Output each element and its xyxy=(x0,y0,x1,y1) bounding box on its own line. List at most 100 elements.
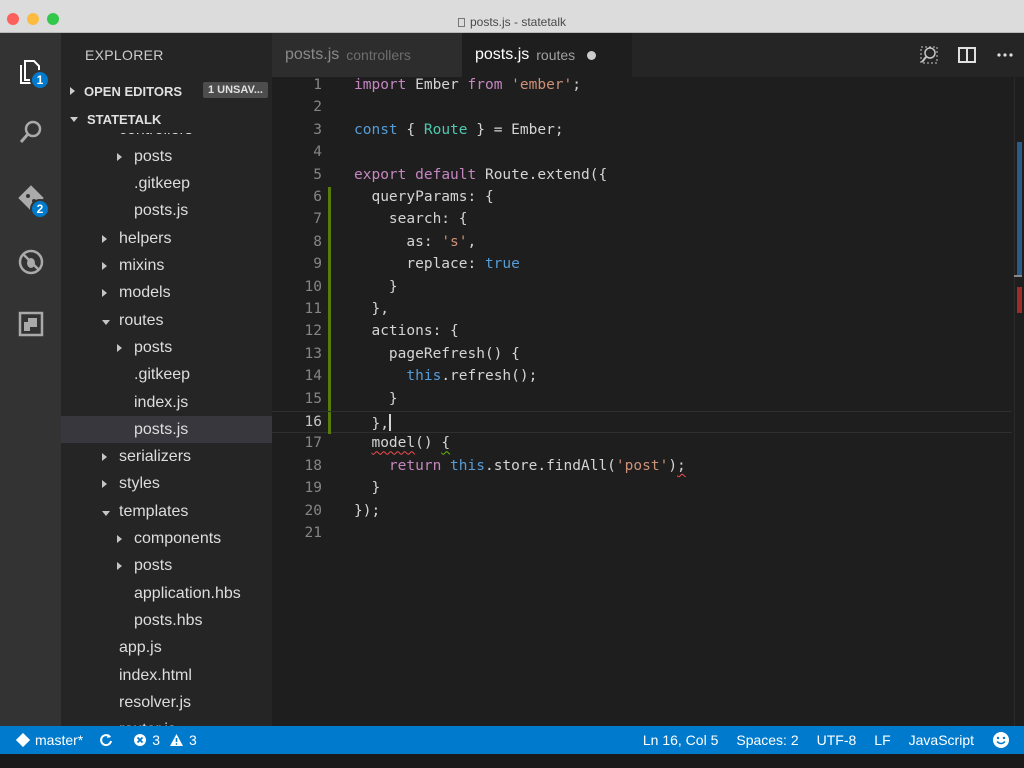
project-section[interactable]: STATETALK xyxy=(61,105,272,133)
tree-item[interactable]: templates xyxy=(61,498,272,525)
tree-item[interactable]: posts.hbs xyxy=(61,607,272,634)
feedback-button[interactable] xyxy=(992,731,1010,749)
code-editor[interactable]: 1 import Ember from 'ember'; 2 3 const { Rou… xyxy=(272,77,1024,726)
tree-item[interactable]: posts xyxy=(61,553,272,580)
code-line[interactable]: 1 import Ember from 'ember'; xyxy=(272,77,1012,97)
window-bottom-edge xyxy=(0,754,1024,768)
tab-bar: posts.js controllers posts.js routes xyxy=(272,33,1024,77)
activity-git[interactable]: 2 xyxy=(0,173,61,223)
tree-item-label: templates xyxy=(119,502,189,520)
tree-item[interactable]: index.js xyxy=(61,389,272,416)
tree-item[interactable]: index.html xyxy=(61,662,272,689)
code-line[interactable]: 11 }, xyxy=(272,299,1012,322)
activity-extensions[interactable] xyxy=(0,299,61,349)
tree-item[interactable]: controllers xyxy=(61,133,272,143)
code-line[interactable]: 3 const { Route } = Ember; xyxy=(272,120,1012,142)
line-number: 6 xyxy=(313,189,322,205)
tree-item[interactable]: styles xyxy=(61,471,272,498)
code-line[interactable]: 9 replace: true xyxy=(272,254,1012,277)
cursor-position[interactable]: Ln 16, Col 5 xyxy=(643,732,719,748)
more-actions-button[interactable] xyxy=(986,33,1024,77)
unsaved-dot-icon[interactable] xyxy=(587,50,597,60)
split-editor-button[interactable] xyxy=(948,33,986,77)
code-line[interactable]: 4 xyxy=(272,142,1012,164)
code-token: Route.extend({ xyxy=(476,166,608,183)
code-line[interactable]: 20}); xyxy=(272,501,1012,523)
code-line[interactable]: 10 } xyxy=(272,276,1012,299)
code-line[interactable]: 15 } xyxy=(272,388,1012,411)
activity-search[interactable] xyxy=(0,107,61,157)
tree-item[interactable]: serializers xyxy=(61,444,272,471)
code-text: } xyxy=(354,279,398,295)
tree-item[interactable]: models xyxy=(61,280,272,307)
encoding[interactable]: UTF-8 xyxy=(817,732,857,748)
branch-indicator[interactable]: master* xyxy=(16,732,83,748)
code-line[interactable]: 7 search: { xyxy=(272,209,1012,232)
code-line[interactable]: 8 as: 's', xyxy=(272,231,1012,255)
line-number: 17 xyxy=(304,435,322,452)
code-line[interactable]: 14 this.refresh(); xyxy=(272,366,1012,389)
code-token: default xyxy=(415,166,477,183)
activity-debug[interactable] xyxy=(0,237,61,287)
code-line[interactable]: 21 xyxy=(272,523,1012,545)
tree-item[interactable]: posts.js xyxy=(61,416,272,444)
code-token: } = Ember; xyxy=(467,121,564,138)
language-mode[interactable]: JavaScript xyxy=(909,732,974,748)
modified-line-marker xyxy=(328,321,331,344)
code-token: search: { xyxy=(354,211,468,228)
code-text: replace: true xyxy=(354,256,520,272)
tree-item[interactable]: posts.js xyxy=(61,198,272,225)
overview-ruler[interactable] xyxy=(1014,77,1024,726)
code-line[interactable]: 16 }, xyxy=(272,411,1012,435)
window-title: posts.js - statetalk xyxy=(469,15,567,29)
code-line[interactable]: 17 model() { xyxy=(272,433,1012,455)
title-bar: posts.js - statetalk xyxy=(0,0,1024,33)
tree-item[interactable]: posts xyxy=(61,143,272,170)
tree-item[interactable]: components xyxy=(61,526,272,553)
code-line[interactable]: 19 } xyxy=(272,478,1012,500)
extensions-icon xyxy=(18,311,43,337)
problems-indicator[interactable]: 3 3 xyxy=(133,732,197,748)
code-line[interactable]: 12 actions: { xyxy=(272,321,1012,344)
activity-explorer[interactable]: 1 xyxy=(0,47,61,97)
code-line[interactable]: 2 xyxy=(272,97,1012,119)
file-icon xyxy=(457,18,465,27)
tree-item[interactable]: routes xyxy=(61,307,272,334)
tree-item[interactable]: app.js xyxy=(61,635,272,662)
code-line[interactable]: 13 pageRefresh() { xyxy=(272,343,1012,367)
code-token: return xyxy=(388,457,442,474)
tree-item-label: posts.js xyxy=(134,420,189,438)
line-ending[interactable]: LF xyxy=(874,732,890,748)
tree-item-label: posts.hbs xyxy=(134,611,203,629)
tab-posts-controllers[interactable]: posts.js controllers xyxy=(272,33,462,77)
tree-item-label: posts xyxy=(134,557,173,575)
project-label: STATETALK xyxy=(87,111,162,127)
chevron-right-icon xyxy=(102,475,112,493)
code-line[interactable]: 18 return this.store.findAll('post'); xyxy=(272,456,1012,478)
tree-item[interactable]: mixins xyxy=(61,253,272,280)
indentation[interactable]: Spaces: 2 xyxy=(736,732,798,748)
tree-item[interactable]: .gitkeep xyxy=(61,362,272,389)
tree-item[interactable]: .gitkeep xyxy=(61,171,272,198)
code-token: ) xyxy=(668,457,678,474)
tree-item[interactable]: resolver.js xyxy=(61,689,272,716)
tree-item-label: posts.js xyxy=(134,202,189,220)
file-tree: controllers posts .gitkeep posts.js helpers m… xyxy=(61,133,272,726)
tree-item[interactable]: application.hbs xyxy=(61,580,272,607)
ruler-error-mark xyxy=(1017,287,1022,313)
tree-item-label: routes xyxy=(119,311,164,329)
tab-posts-routes[interactable]: posts.js routes xyxy=(462,33,632,77)
open-editors-section[interactable]: OPEN EDITORS 1 UNSAV... xyxy=(61,77,272,105)
tree-item[interactable]: router.js xyxy=(61,717,272,726)
code-line[interactable]: 5 export default Route.extend({ xyxy=(272,165,1012,187)
open-changes-button[interactable] xyxy=(910,33,948,77)
sync-button[interactable] xyxy=(99,733,113,747)
chevron-right-icon xyxy=(117,148,127,166)
code-line[interactable]: 6 queryParams: { xyxy=(272,187,1012,210)
branch-name: master* xyxy=(35,732,84,748)
tree-item[interactable]: helpers xyxy=(61,225,272,252)
code-text: } xyxy=(354,480,380,496)
tree-item[interactable]: posts xyxy=(61,334,272,361)
